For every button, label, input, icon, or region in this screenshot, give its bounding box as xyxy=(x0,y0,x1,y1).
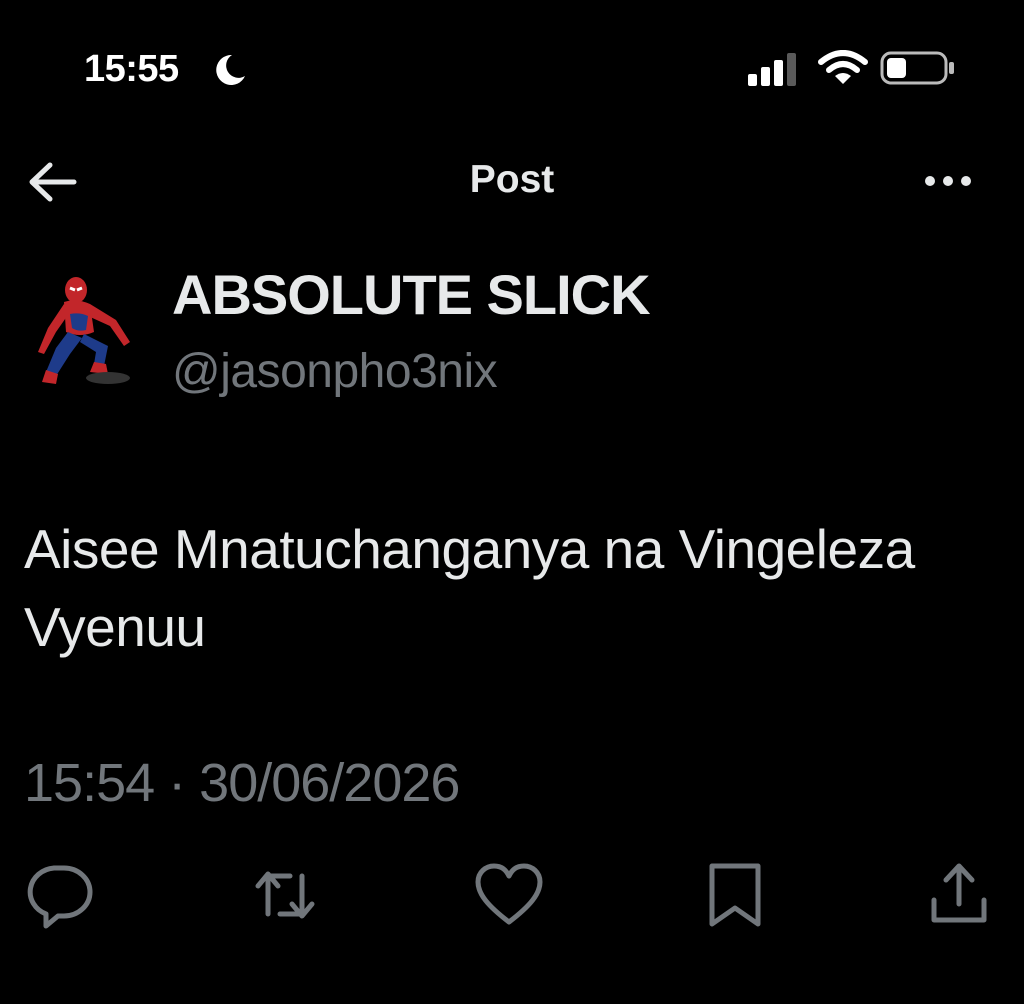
reply-icon xyxy=(27,865,93,929)
moon-icon xyxy=(216,54,245,85)
author-handle[interactable]: @jasonpho3nix xyxy=(172,344,498,399)
bookmark-button[interactable] xyxy=(700,860,770,930)
reply-button[interactable] xyxy=(24,860,94,930)
author-display-name[interactable]: ABSOLUTE SLICK xyxy=(172,262,651,327)
meta-separator: · xyxy=(168,753,186,813)
repost-icon xyxy=(255,871,315,919)
status-bar: 15:55 xyxy=(0,0,1024,130)
wifi-icon xyxy=(818,50,868,84)
post-timestamp[interactable]: 15:54 · 30/06/2026 xyxy=(24,752,460,814)
battery-icon xyxy=(880,51,954,85)
avatar-spiderman[interactable] xyxy=(26,268,148,396)
like-button[interactable] xyxy=(474,860,544,930)
like-icon xyxy=(475,863,543,925)
share-icon xyxy=(931,863,987,923)
post-text: Aisee Mnatuchanganya na Vingeleza Vyenuu xyxy=(24,518,915,658)
post-time: 15:54 xyxy=(24,753,155,813)
bookmark-icon xyxy=(709,863,761,927)
post-header: Post xyxy=(0,140,1024,224)
more-options-icon[interactable] xyxy=(920,166,976,196)
post-actions xyxy=(0,860,1024,940)
share-button[interactable] xyxy=(924,860,994,930)
status-time: 15:55 xyxy=(84,48,179,90)
cellular-signal-icon xyxy=(748,53,796,86)
page-title: Post xyxy=(469,158,555,201)
post-date: 30/06/2026 xyxy=(199,753,460,813)
repost-button[interactable] xyxy=(250,860,320,930)
